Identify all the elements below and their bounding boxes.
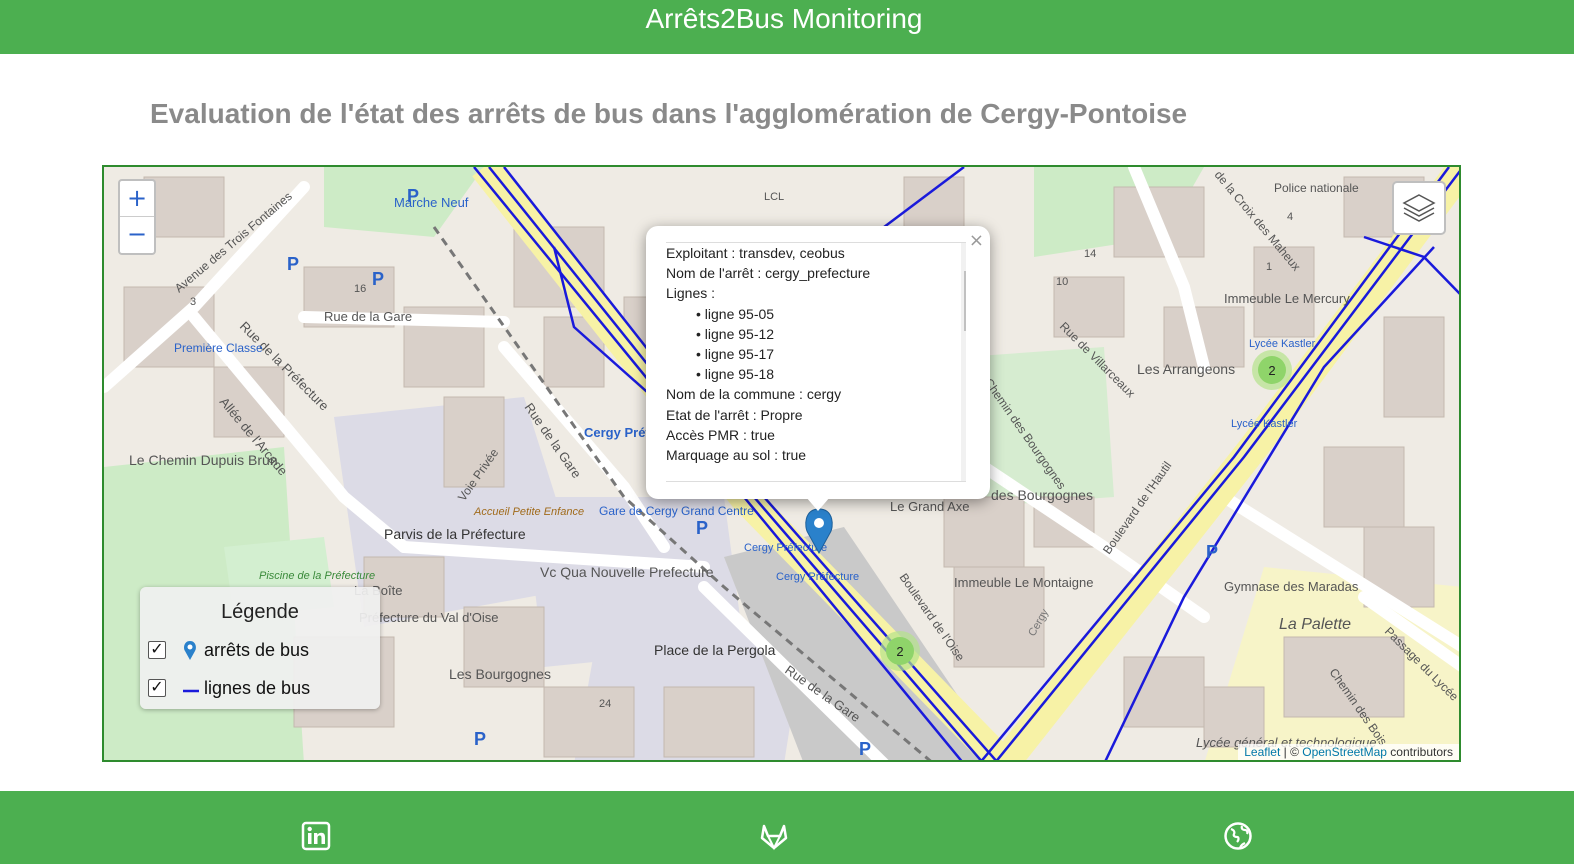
svg-text:P: P bbox=[696, 518, 708, 538]
stop-cluster[interactable]: 2 bbox=[1252, 350, 1292, 390]
legend-title: Légende bbox=[221, 601, 299, 623]
zoom-out-button[interactable]: − bbox=[120, 217, 154, 253]
line-icon bbox=[183, 689, 199, 693]
popup-tip bbox=[806, 497, 830, 511]
popup-scrollbar[interactable]: ▲ ▼ bbox=[961, 243, 966, 481]
popup-close-button[interactable]: × bbox=[969, 230, 984, 251]
map-label: Cergy Préfecture bbox=[776, 571, 859, 583]
app-title: Arrêts2Bus Monitoring bbox=[645, 3, 923, 34]
map-label: Marche Neuf bbox=[394, 195, 469, 210]
popup-ligne-item: • ligne 95-05 bbox=[696, 305, 775, 322]
map-label: 4 bbox=[1287, 211, 1293, 223]
popup-line: Nom de l'arrêt : cergy_prefecture bbox=[666, 265, 871, 282]
map-label: LCL bbox=[764, 191, 784, 203]
popup-ligne-item: • ligne 95-18 bbox=[696, 366, 775, 383]
map-label: 1 bbox=[1266, 261, 1272, 273]
map-label: Les Arrangeons bbox=[1137, 361, 1235, 377]
popup-line: Etat de l'arrêt : Propre bbox=[666, 406, 803, 423]
map-label: Lycée Kastler bbox=[1249, 338, 1316, 350]
map-label: 24 bbox=[599, 698, 611, 710]
map-label: Accueil Petite Enfance bbox=[473, 506, 584, 518]
bus-stops-checkbox[interactable]: ✓ bbox=[148, 641, 166, 659]
osm-link[interactable]: OpenStreetMap bbox=[1302, 745, 1387, 759]
legend-item-label: arrêts de bus bbox=[204, 640, 310, 660]
map-label: 10 bbox=[1056, 276, 1068, 288]
map-label: Piscine de la Préfecture bbox=[259, 570, 375, 582]
map-label: Place de la Pergola bbox=[654, 642, 776, 658]
map-attribution: Leaflet | © OpenStreetMap contributors bbox=[1238, 744, 1459, 760]
map-label: Lycée Kastler bbox=[1231, 418, 1298, 430]
popup-ligne-item: • ligne 95-17 bbox=[696, 345, 775, 362]
popup-line: Exploitant : transdev, ceobus bbox=[666, 245, 845, 261]
map-label: Le Grand Axe bbox=[890, 499, 970, 514]
popup-line: Nom de la commune : cergy bbox=[666, 386, 842, 403]
popup-content[interactable]: Exploitant : transdev, ceobus Nom de l'a… bbox=[666, 242, 966, 482]
svg-text:2: 2 bbox=[896, 644, 903, 659]
svg-text:P: P bbox=[372, 269, 384, 289]
linkedin-icon[interactable] bbox=[301, 821, 331, 851]
map-label: Immeuble Le Mercury bbox=[1224, 291, 1350, 306]
layers-icon bbox=[1402, 194, 1436, 222]
map-label: Les Bourgognes bbox=[449, 666, 551, 682]
popup-line: Marquage au sol : true bbox=[666, 446, 807, 463]
svg-text:P: P bbox=[287, 254, 299, 274]
map-label: des Bourgognes bbox=[991, 487, 1093, 503]
map-label: Police nationale bbox=[1274, 181, 1359, 195]
legend-item-label: lignes de bus bbox=[204, 678, 311, 698]
leaflet-link[interactable]: Leaflet bbox=[1244, 745, 1280, 759]
layers-button[interactable] bbox=[1392, 181, 1446, 235]
header-bar: Arrêts2Bus Monitoring bbox=[0, 0, 1574, 54]
map-label: Première Classe bbox=[174, 341, 263, 355]
svg-text:P: P bbox=[407, 186, 419, 206]
map-label: 3 bbox=[190, 296, 196, 308]
attribution-separator: | © bbox=[1280, 745, 1303, 759]
bus-stop-popup: × Exploitant : transdev, ceobus Nom de l… bbox=[646, 226, 990, 499]
popup-ligne-item: • ligne 95-12 bbox=[696, 325, 775, 342]
map-label: La Palette bbox=[1279, 616, 1351, 633]
svg-text:2: 2 bbox=[1268, 363, 1275, 378]
scroll-up-icon[interactable]: ▲ bbox=[961, 247, 966, 261]
bus-lines-checkbox[interactable]: ✓ bbox=[148, 679, 166, 697]
map-label: Immeuble Le Montaigne bbox=[954, 575, 1093, 590]
map-legend: Légende ✓ arrêts de bus ✓ lignes de bus bbox=[140, 587, 380, 709]
page-title: Evaluation de l'état des arrêts de bus d… bbox=[150, 98, 1188, 129]
map-pin-icon bbox=[184, 641, 196, 660]
map-label: Le Chemin Dupuis Brun bbox=[129, 452, 278, 468]
svg-text:P: P bbox=[474, 729, 486, 749]
map-label: Gymnase des Maradas bbox=[1224, 579, 1359, 594]
footer bbox=[0, 791, 1574, 864]
map-label: Vc Qua Nouvelle Prefecture bbox=[540, 564, 714, 580]
map-label: Rue de la Gare bbox=[324, 309, 412, 324]
map-label: Parvis de la Préfecture bbox=[384, 526, 526, 542]
map-label: 14 bbox=[1084, 248, 1096, 260]
legend-item-bus-lines[interactable]: ✓ lignes de bus bbox=[148, 677, 368, 701]
zoom-control: + − bbox=[118, 179, 156, 255]
legend-item-bus-stops[interactable]: ✓ arrêts de bus bbox=[148, 639, 368, 663]
globe-icon[interactable] bbox=[1223, 821, 1253, 851]
scrollbar-thumb[interactable] bbox=[964, 271, 966, 331]
svg-text:P: P bbox=[859, 739, 871, 759]
zoom-in-button[interactable]: + bbox=[120, 181, 154, 217]
attribution-tail: contributors bbox=[1386, 745, 1453, 759]
scroll-down-icon[interactable]: ▼ bbox=[961, 465, 966, 479]
map-label: Gare de Cergy Grand Centre bbox=[599, 504, 754, 518]
popup-line: Lignes : bbox=[666, 285, 716, 302]
stop-cluster[interactable]: 2 bbox=[880, 631, 920, 671]
gitlab-icon[interactable] bbox=[759, 821, 789, 851]
popup-line: Accès PMR : true bbox=[666, 426, 775, 443]
svg-text:P: P bbox=[1206, 542, 1218, 562]
map-label: 16 bbox=[354, 283, 366, 295]
map[interactable]: Marche Neuf LCL Police nationale Rue de … bbox=[102, 165, 1461, 762]
